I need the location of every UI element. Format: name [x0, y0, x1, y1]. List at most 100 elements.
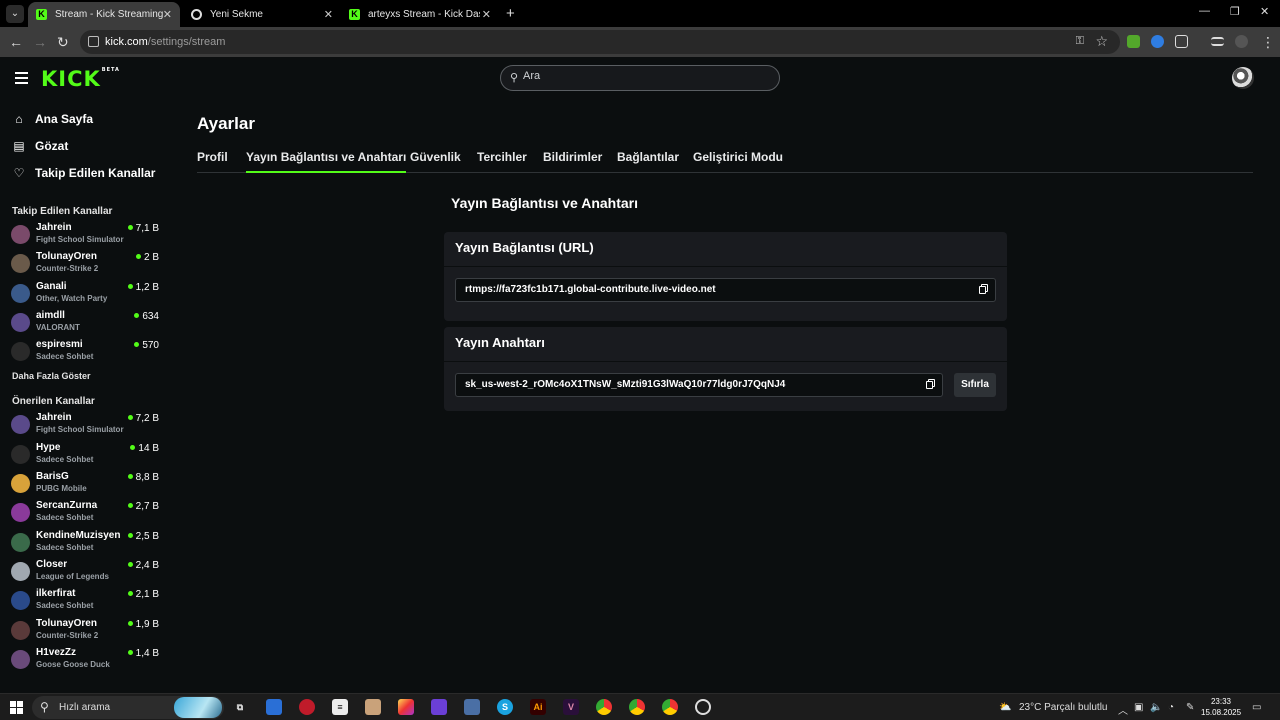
tab-security[interactable]: Güvenlik: [410, 150, 461, 164]
search-input[interactable]: [523, 70, 763, 82]
live-dot-icon: [127, 225, 133, 230]
notification-icon[interactable]: ▭: [1252, 702, 1261, 713]
stream-key-value[interactable]: sk_us-west-2_rOMc4oX1TNsW_sMzti91G3lWaQ1…: [465, 379, 785, 390]
stream-url-field[interactable]: rtmps://fa723fc1b171.global-contribute.l…: [455, 278, 996, 302]
channel-row[interactable]: SercanZurna Sadece Sohbet 2,7 B: [0, 498, 168, 527]
media-control-icon[interactable]: [1211, 37, 1224, 46]
channel-row[interactable]: KendineMuzisyen Sadece Sohbet 2,5 B: [0, 528, 168, 557]
browse-icon: ▤: [13, 138, 25, 153]
app-icon[interactable]: [431, 699, 447, 715]
search-icon: ⚲: [40, 700, 49, 714]
reset-key-button[interactable]: Sıfırla: [954, 373, 996, 397]
clock[interactable]: 23:33 15.08.2025: [1201, 696, 1241, 718]
channel-name: TolunayOren: [36, 617, 97, 629]
stream-key-field[interactable]: sk_us-west-2_rOMc4oX1TNsW_sMzti91G3lWaQ1…: [455, 373, 943, 397]
tab-connections[interactable]: Bağlantılar: [617, 150, 679, 164]
taskbar-search[interactable]: ⚲ Hızlı arama: [32, 696, 224, 719]
back-icon[interactable]: ←: [9, 34, 23, 50]
illustrator-icon[interactable]: Ai: [530, 699, 546, 715]
channel-row[interactable]: Closer League of Legends 2,4 B: [0, 557, 168, 586]
stream-key-card: Yayın Anahtarı sk_us-west-2_rOMc4oX1TNsW…: [444, 327, 1007, 411]
app-icon[interactable]: V: [563, 699, 579, 715]
tray-chevron-icon[interactable]: ︿: [1118, 702, 1128, 717]
tab-notifications[interactable]: Bildirimler: [543, 150, 602, 164]
extension-icon[interactable]: [1127, 35, 1140, 48]
reload-icon[interactable]: ↻: [57, 34, 69, 51]
menu-dots-icon[interactable]: ⋮: [1261, 34, 1275, 51]
task-view-icon[interactable]: ⧉: [232, 699, 248, 715]
channel-row[interactable]: TolunayOren Counter-Strike 2 1,9 B: [0, 616, 168, 645]
hamburger-menu-icon[interactable]: [15, 72, 28, 87]
channel-row[interactable]: aimdll VALORANT 634: [0, 308, 168, 337]
extension-icon[interactable]: [1151, 35, 1164, 48]
settings-tabs: Profil Yayın Bağlantısı ve Anahtarı Güve…: [197, 148, 1253, 173]
url-bar[interactable]: kick.com/settings/stream ⚿ ☆: [80, 30, 1120, 54]
close-icon[interactable]: ✕: [482, 8, 491, 21]
channel-category: Fight School Simulator: [36, 235, 124, 244]
channel-category: Goose Goose Duck: [36, 659, 110, 669]
channel-row[interactable]: espiresmi Sadece Sohbet 570: [0, 337, 168, 366]
wifi-icon[interactable]: ◔: [1168, 702, 1174, 713]
app-icon[interactable]: ≡: [332, 699, 348, 715]
app-icon[interactable]: [299, 699, 315, 715]
chrome-icon[interactable]: [662, 699, 678, 715]
browser-tab-new[interactable]: Yeni Sekme ✕: [183, 2, 341, 27]
channel-row[interactable]: Ganali Other, Watch Party 1,2 B: [0, 279, 168, 308]
nav-item-browse[interactable]: ▤ Gözat: [12, 132, 168, 159]
copy-icon[interactable]: [979, 284, 988, 295]
search-box[interactable]: ⚲: [500, 65, 780, 91]
channel-row[interactable]: Jahrein Fight School Simulator 7,1 B: [0, 220, 168, 249]
maximize-icon[interactable]: ❐: [1230, 5, 1240, 18]
instagram-icon[interactable]: [398, 699, 414, 715]
volume-icon[interactable]: 🔈: [1150, 702, 1162, 713]
page-title: Ayarlar: [197, 114, 255, 133]
app-icon[interactable]: [695, 699, 711, 715]
kick-logo[interactable]: KICKBETA: [41, 67, 120, 91]
extensions-puzzle-icon[interactable]: [1175, 35, 1188, 48]
stream-url-value[interactable]: rtmps://fa723fc1b171.global-contribute.l…: [465, 284, 716, 295]
tab-profile[interactable]: Profil: [197, 150, 228, 164]
app-icon[interactable]: [464, 699, 480, 715]
search-highlight-image: [174, 697, 222, 718]
new-tab-button[interactable]: +: [506, 5, 515, 22]
channel-row[interactable]: H1vezZz Goose Goose Duck 1,4 B: [0, 645, 168, 674]
minimize-icon[interactable]: —: [1199, 5, 1210, 17]
channel-row[interactable]: Jahrein Fight School Simulator 7,2 B: [0, 410, 168, 439]
nav-item-following[interactable]: ♡ Takip Edilen Kanallar: [12, 159, 168, 186]
viewer-count: 2,7 B: [127, 501, 159, 512]
password-key-icon[interactable]: ⚿: [1076, 35, 1084, 48]
pen-icon[interactable]: ✎: [1186, 702, 1194, 713]
tab-search-icon[interactable]: ⌄: [6, 5, 24, 23]
close-icon[interactable]: ✕: [163, 8, 172, 21]
chrome-icon[interactable]: [629, 699, 645, 715]
close-icon[interactable]: ✕: [324, 8, 333, 21]
viewer-count: 7,2 B: [127, 413, 159, 424]
tray-app-icon[interactable]: ▣: [1134, 702, 1143, 713]
browser-tab-dashboard[interactable]: K arteyxs Stream - Kick Dashboa ✕: [341, 2, 499, 27]
user-avatar[interactable]: [1232, 67, 1254, 89]
channel-row[interactable]: Hype Sadece Sohbet 14 B: [0, 440, 168, 469]
chrome-icon[interactable]: [596, 699, 612, 715]
forward-icon[interactable]: →: [33, 34, 47, 50]
nav-item-home[interactable]: ⌂ Ana Sayfa: [12, 105, 168, 132]
browser-tab-stream[interactable]: K Stream - Kick Streaming ✕: [28, 2, 180, 27]
weather-text[interactable]: 23°C Parçalı bulutlu: [1019, 702, 1108, 713]
bookmark-star-icon[interactable]: ☆: [1095, 33, 1108, 50]
window-close-icon[interactable]: ✕: [1260, 5, 1269, 18]
channel-row[interactable]: BarisG PUBG Mobile 8,8 B: [0, 469, 168, 498]
app-icon[interactable]: [266, 699, 282, 715]
tab-stream-key[interactable]: Yayın Bağlantısı ve Anahtarı: [246, 150, 407, 173]
channel-row[interactable]: ilkerfirat Sadece Sohbet 2,1 B: [0, 586, 168, 615]
profile-avatar-icon[interactable]: [1235, 35, 1248, 48]
site-info-icon[interactable]: [88, 36, 99, 47]
app-icon[interactable]: [365, 699, 381, 715]
url-text[interactable]: kick.com/settings/stream: [105, 36, 225, 48]
tab-developer-mode[interactable]: Geliştirici Modu: [693, 150, 783, 164]
show-more-link[interactable]: Daha Fazla Göster: [12, 371, 168, 381]
tab-preferences[interactable]: Tercihler: [477, 150, 527, 164]
weather-icon[interactable]: ⛅: [999, 702, 1011, 713]
channel-row[interactable]: TolunayOren Counter-Strike 2 2 B: [0, 249, 168, 278]
windows-start-icon[interactable]: [10, 701, 23, 714]
skype-icon[interactable]: S: [497, 699, 513, 715]
copy-icon[interactable]: [926, 379, 935, 390]
